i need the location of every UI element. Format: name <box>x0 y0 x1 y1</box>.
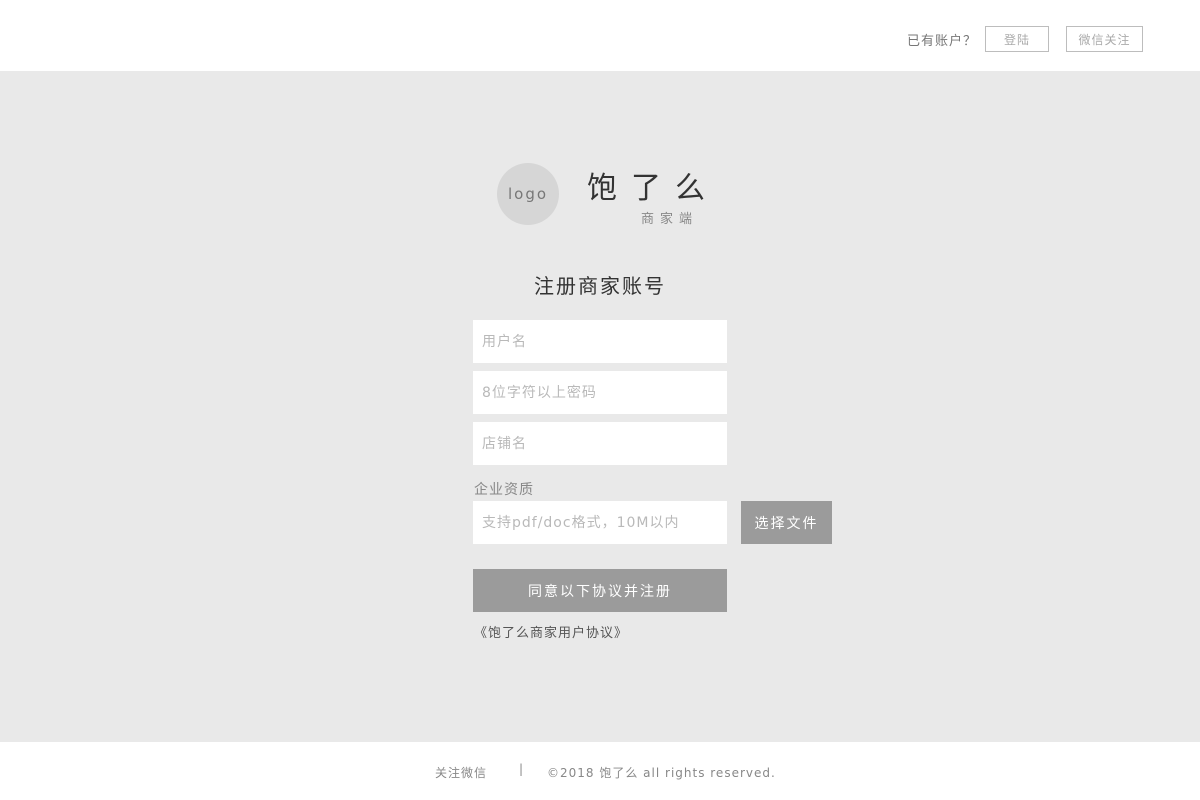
qualification-label: 企业资质 <box>474 482 534 498</box>
brand-name: 饱了么 <box>587 171 719 206</box>
registration-area: logo 饱了么 商家端 注册商家账号 企业资质 选择文件 同意以下协议并注册 … <box>0 71 1200 742</box>
choose-file-button[interactable]: 选择文件 <box>741 501 832 544</box>
copyright-text: ©2018 饱了么 all rights reserved. <box>547 766 776 780</box>
top-header: 已有账户？ 登陆 微信关注 <box>0 0 1200 71</box>
logo-placeholder: logo <box>497 163 559 225</box>
login-button[interactable]: 登陆 <box>985 26 1049 52</box>
shop-name-input[interactable] <box>473 422 727 465</box>
brand-subtitle: 商家端 <box>641 212 699 227</box>
username-input[interactable] <box>473 320 727 363</box>
agreement-link[interactable]: 《饱了么商家用户协议》 <box>474 622 628 641</box>
agree-and-register-button[interactable]: 同意以下协议并注册 <box>473 569 727 612</box>
footer-separator: | <box>519 762 524 776</box>
footer-follow-wechat-link[interactable]: 关注微信 <box>435 764 487 781</box>
footer: 关注微信 | ©2018 饱了么 all rights reserved. <box>0 742 1200 800</box>
qualification-file-field[interactable] <box>473 501 727 544</box>
password-input[interactable] <box>473 371 727 414</box>
has-account-text: 已有账户？ <box>907 34 978 49</box>
page-title: 注册商家账号 <box>534 274 666 298</box>
wechat-follow-button[interactable]: 微信关注 <box>1066 26 1143 52</box>
